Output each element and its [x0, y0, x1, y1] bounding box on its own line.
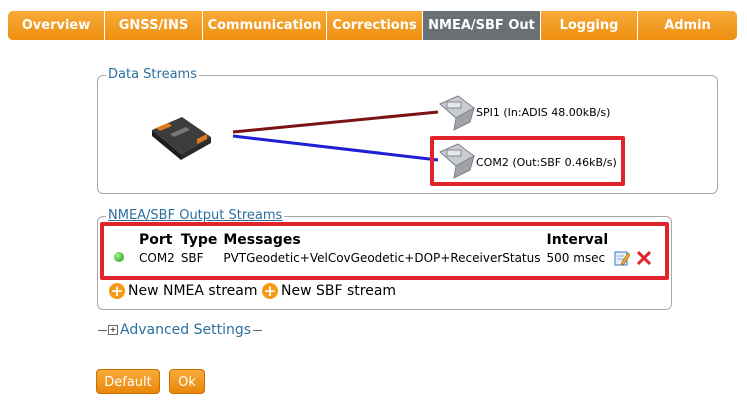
- tab-corrections[interactable]: Corrections: [327, 11, 423, 40]
- tab-nmea-sbf-out[interactable]: NMEA/SBF Out: [423, 11, 541, 40]
- tab-logging[interactable]: Logging: [541, 11, 638, 40]
- expand-icon: +: [108, 325, 118, 335]
- advanced-settings-label: Advanced Settings: [120, 322, 252, 338]
- tab-gnss-ins[interactable]: GNSS/INS: [105, 11, 203, 40]
- add-icon: +: [109, 282, 125, 300]
- new-sbf-stream-button[interactable]: + New SBF stream: [262, 283, 396, 299]
- advanced-settings-toggle[interactable]: + Advanced Settings: [98, 322, 263, 338]
- new-nmea-stream-button[interactable]: + New NMEA stream: [109, 283, 257, 299]
- spi1-port-label: SPI1 (In:ADIS 48.00kB/s): [476, 106, 611, 119]
- stream-row-highlight-box: [100, 222, 669, 280]
- tab-overview[interactable]: Overview: [8, 11, 105, 40]
- add-icon: +: [262, 282, 278, 300]
- tab-communication[interactable]: Communication: [203, 11, 327, 40]
- tab-admin[interactable]: Admin: [638, 11, 737, 40]
- new-nmea-stream-label: New NMEA stream: [128, 283, 258, 299]
- default-button[interactable]: Default: [96, 369, 160, 394]
- data-streams-legend: Data Streams: [106, 67, 199, 83]
- ok-button[interactable]: Ok: [169, 369, 205, 394]
- new-sbf-stream-label: New SBF stream: [281, 283, 397, 299]
- main-nav: Overview GNSS/INS Communication Correcti…: [8, 11, 737, 40]
- com2-highlight-box: [430, 136, 625, 186]
- stream-diagram: [152, 95, 475, 179]
